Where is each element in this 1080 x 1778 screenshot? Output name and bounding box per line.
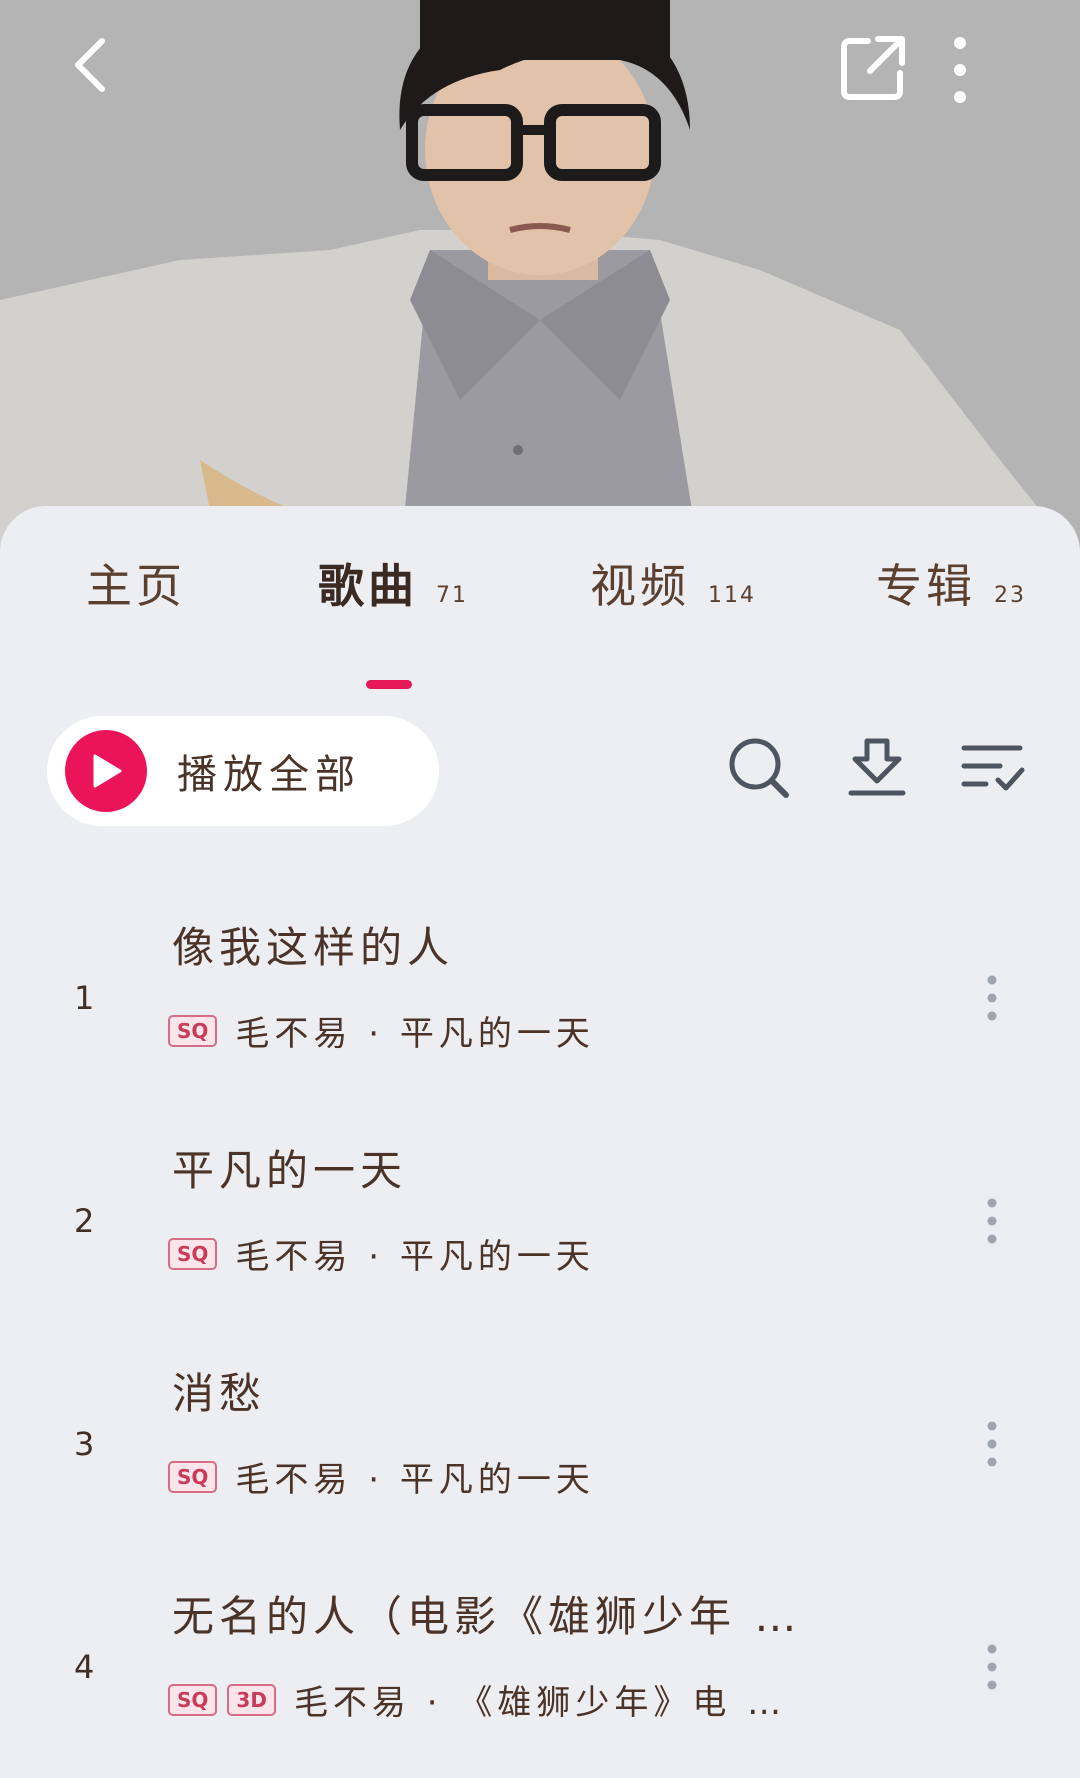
quality-badge: SQ	[168, 1683, 218, 1716]
back-button[interactable]	[70, 35, 150, 115]
tab-count: 114	[708, 583, 756, 608]
quality-badge: SQ	[168, 1014, 218, 1047]
chevron-left-icon	[75, 38, 105, 92]
song-meta: 毛不易 · 平凡的一天	[235, 1460, 595, 1500]
tab-songs[interactable]: 歌曲 71	[318, 550, 468, 616]
song-row[interactable]: 4 无名的人（电影《雄狮少年 … SQ 3D 毛不易 · 《雄狮少年》电 …	[0, 1555, 1080, 1778]
more-vertical-icon	[987, 1198, 997, 1244]
list-check-icon	[961, 745, 1025, 791]
song-row[interactable]: 2 平凡的一天 SQ 毛不易 · 平凡的一天	[0, 1109, 1080, 1332]
tab-label: 视频	[590, 559, 690, 613]
more-vertical-icon	[987, 975, 997, 1021]
more-vertical-icon	[954, 37, 966, 103]
song-title: 无名的人（电影《雄狮少年 …	[172, 1592, 802, 1641]
tab-label: 歌曲	[318, 559, 418, 613]
song-subtitle: SQ 毛不易 · 平凡的一天	[168, 1229, 595, 1278]
song-meta: 毛不易 · 平凡的一天	[235, 1237, 595, 1277]
share-button[interactable]	[840, 35, 920, 115]
active-tab-indicator	[366, 680, 412, 689]
play-all-button[interactable]: 播放全部	[47, 716, 439, 826]
song-more-button[interactable]	[970, 1181, 1014, 1261]
song-row[interactable]: 3 消愁 SQ 毛不易 · 平凡的一天	[0, 1332, 1080, 1555]
download-button[interactable]	[837, 728, 917, 808]
artist-photo	[0, 0, 1080, 560]
download-icon	[848, 738, 906, 796]
song-meta: 毛不易 · 平凡的一天	[235, 1014, 595, 1054]
tab-albums[interactable]: 专辑 23	[876, 550, 1026, 616]
tab-count: 71	[436, 583, 468, 608]
song-subtitle: SQ 毛不易 · 平凡的一天	[168, 1006, 595, 1055]
batch-manage-button[interactable]	[953, 728, 1033, 808]
song-title: 消愁	[172, 1369, 267, 1418]
3d-audio-badge: 3D	[227, 1683, 276, 1716]
song-index: 3	[74, 1424, 95, 1463]
tab-home[interactable]: 主页	[86, 550, 186, 616]
tab-label: 专辑	[876, 559, 976, 613]
play-all-label: 播放全部	[177, 752, 361, 798]
song-subtitle: SQ 3D 毛不易 · 《雄狮少年》电 …	[168, 1675, 786, 1724]
song-title: 像我这样的人	[172, 923, 455, 972]
song-more-button[interactable]	[970, 958, 1014, 1038]
song-more-button[interactable]	[970, 1404, 1014, 1484]
song-row[interactable]: 1 像我这样的人 SQ 毛不易 · 平凡的一天	[0, 886, 1080, 1109]
tab-bar: 主页 歌曲 71 视频 114 专辑 23	[0, 550, 1080, 689]
more-menu-button[interactable]	[950, 35, 1020, 115]
song-subtitle: SQ 毛不易 · 平凡的一天	[168, 1452, 595, 1501]
song-index: 1	[74, 978, 95, 1017]
song-more-button[interactable]	[970, 1627, 1014, 1707]
tab-count: 23	[994, 583, 1026, 608]
search-icon	[729, 738, 789, 798]
share-icon	[841, 36, 905, 100]
more-vertical-icon	[987, 1644, 997, 1690]
content-sheet: 主页 歌曲 71 视频 114 专辑 23 播放全部 1 像我这样的人 SQ 毛…	[0, 506, 1080, 1771]
song-title: 平凡的一天	[172, 1146, 408, 1195]
quality-badge: SQ	[168, 1460, 218, 1493]
song-index: 4	[74, 1647, 95, 1686]
tab-videos[interactable]: 视频 114	[590, 550, 756, 616]
quality-badge: SQ	[168, 1237, 218, 1270]
tab-label: 主页	[86, 559, 186, 613]
more-vertical-icon	[987, 1421, 997, 1467]
song-index: 2	[74, 1201, 95, 1240]
play-icon	[65, 730, 147, 812]
song-meta: 毛不易 · 《雄狮少年》电 …	[293, 1683, 787, 1723]
search-button[interactable]	[719, 728, 799, 808]
song-list: 1 像我这样的人 SQ 毛不易 · 平凡的一天 2 平凡的一天 SQ 毛不易 ·…	[0, 886, 1080, 1778]
